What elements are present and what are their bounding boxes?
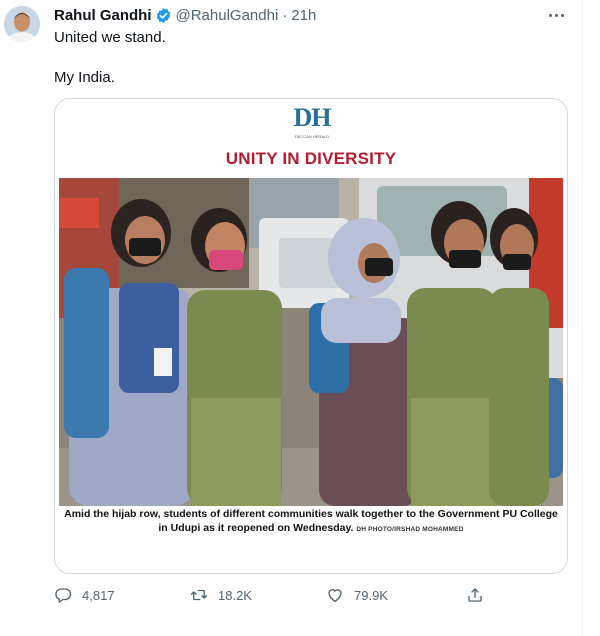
author-handle[interactable]: @RahulGandhi (176, 7, 279, 24)
media-image[interactable]: DH DECCAN HERALD UNITY IN DIVERSITY Amid… (54, 98, 568, 574)
reply-button[interactable]: 4,817 (54, 584, 115, 606)
tweet-text: United we stand. My India. (54, 28, 554, 88)
tweet-text-line: United we stand. (54, 29, 166, 46)
tweet-actions: 4,817 18.2K 79.9K (54, 584, 524, 606)
separator-dot: · (282, 6, 288, 24)
tweet-header: Rahul Gandhi @RahulGandhi · 21h (54, 6, 316, 24)
retweet-count: 18.2K (218, 587, 252, 603)
like-count: 79.9K (354, 587, 388, 603)
media-caption: Amid the hijab row, students of differen… (59, 507, 563, 543)
author-avatar[interactable] (4, 6, 40, 42)
newspaper-header: DH DECCAN HERALD UNITY IN DIVERSITY (55, 99, 567, 181)
heart-icon (328, 589, 342, 603)
students-photo (59, 178, 563, 506)
caption-text: Amid the hijab row, students of differen… (64, 508, 558, 534)
photo-credit: DH PHOTO/IRSHAD MOHAMMED (356, 526, 464, 533)
more-dots-icon[interactable] (546, 6, 566, 24)
verified-badge-icon (155, 7, 172, 24)
author-name[interactable]: Rahul Gandhi (54, 7, 152, 24)
retweet-icon (190, 589, 208, 601)
share-icon (468, 588, 482, 602)
share-button[interactable] (466, 584, 494, 606)
media-headline: UNITY IN DIVERSITY (225, 149, 397, 168)
dh-logo: DH DECCAN HERALD (293, 103, 332, 140)
tweet-timestamp[interactable]: 21h (291, 7, 316, 24)
reply-icon (55, 588, 72, 603)
tweet: Rahul Gandhi @RahulGandhi · 21h United w… (0, 0, 583, 636)
like-button[interactable]: 79.9K (326, 584, 388, 606)
tweet-text-line: My India. (54, 69, 115, 86)
retweet-button[interactable]: 18.2K (190, 584, 252, 606)
reply-count: 4,817 (82, 587, 115, 603)
